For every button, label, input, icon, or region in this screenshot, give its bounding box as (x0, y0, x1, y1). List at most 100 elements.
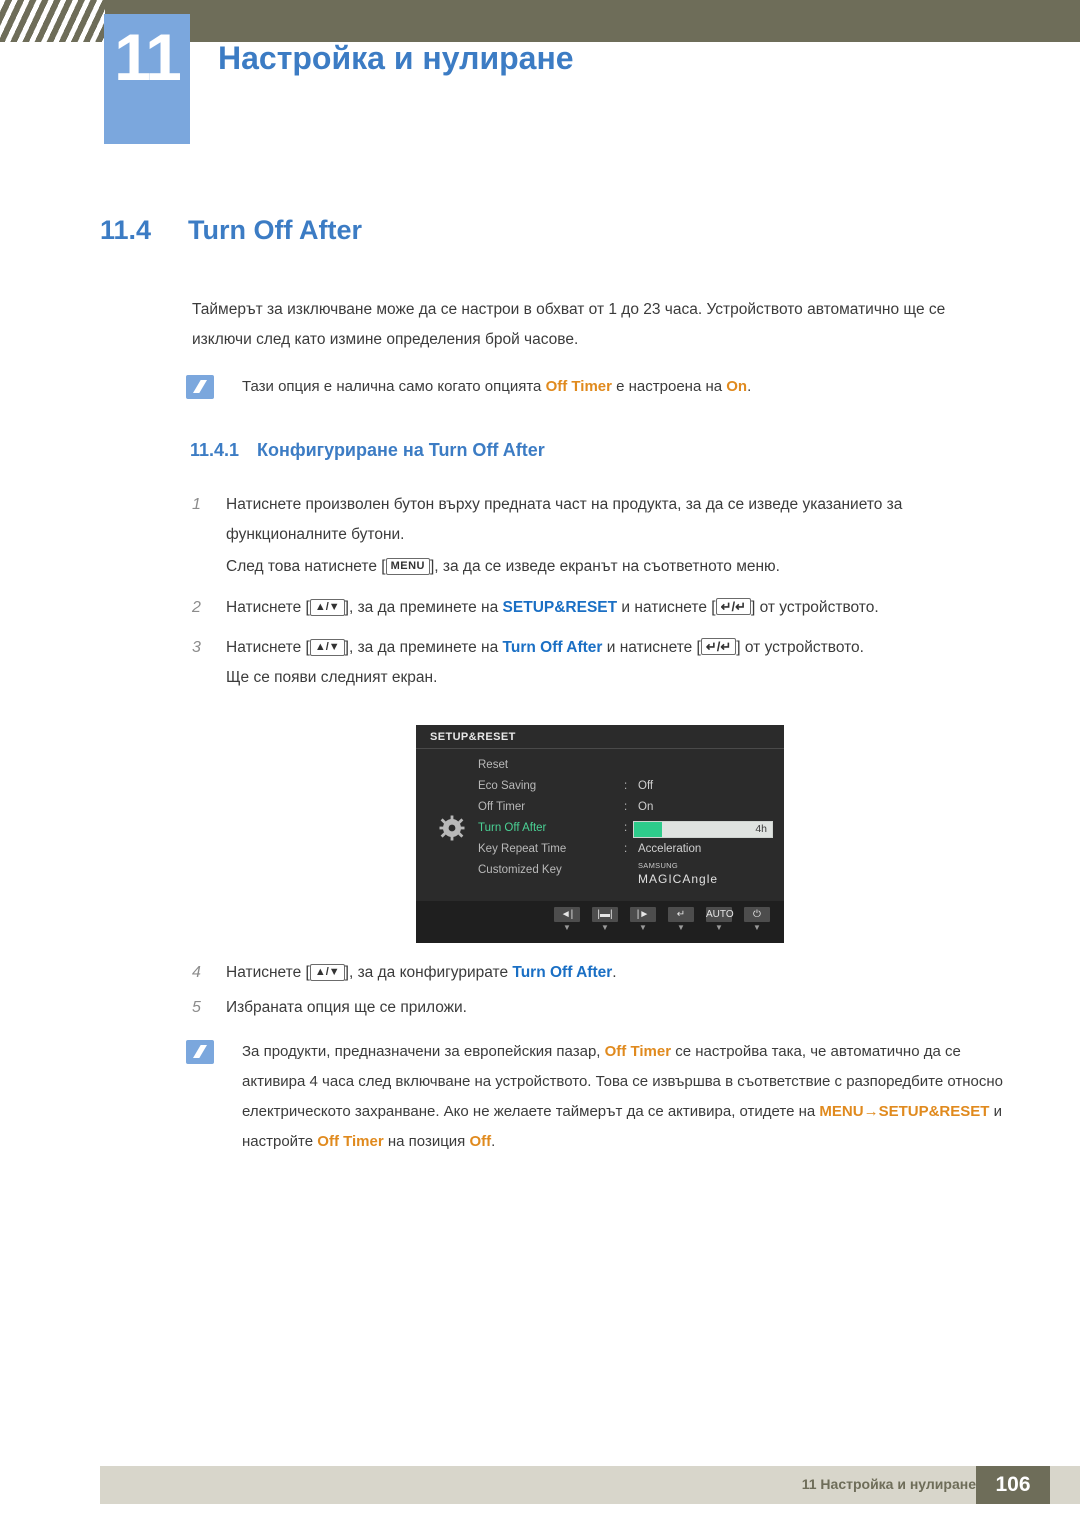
step-4-target: Turn Off After (512, 964, 613, 981)
subsection-title: 11.4.1 Конфигуриране на Turn Off After (190, 440, 545, 461)
osd-button-middle-sub: ▼ (601, 923, 609, 932)
osd-label-eco-saving: Eco Saving (478, 780, 537, 792)
step-4-mid: ], за да конфигурирате (344, 964, 513, 981)
osd-button-power-sub: ▼ (753, 923, 761, 932)
note-2-line4-d: . (491, 1133, 496, 1150)
note-icon (186, 375, 214, 399)
osd-button-auto-sub: ▼ (715, 923, 723, 932)
osd-screenshot: SETUP&RESET Reset Eco Saving : Off Off T… (416, 725, 784, 943)
section-title: Turn Off After (188, 215, 362, 245)
step-3-target: Turn Off After (502, 639, 603, 656)
osd-value-eco-saving: Off (638, 780, 654, 792)
note-1-highlight-on: On (726, 378, 748, 395)
step-5-text: Избраната опция ще се приложи. (226, 999, 467, 1016)
osd-slider-turn-off-after[interactable]: 4h (633, 821, 773, 838)
osd-slider-value: 4h (755, 823, 767, 835)
step-2-mid2: и натиснете [ (617, 599, 716, 616)
step-1b-after: ], за да се изведе екранът на съответнот… (429, 558, 780, 575)
step-5: 5 Избраната опция ще се приложи. (192, 993, 1007, 1023)
osd-colon-eco-saving: : (624, 780, 628, 792)
osd-row-eco-saving[interactable]: Eco Saving : Off (478, 776, 778, 797)
osd-button-left-icon: ◄| (554, 907, 580, 922)
osd-row-off-timer[interactable]: Off Timer : On (478, 797, 778, 818)
step-3-before: Натиснете [ (226, 639, 310, 656)
osd-button-bar: ◄| ▼ |▬| ▼ |► ▼ ↵ ▼ AUTO ▼ ⏻ ▼ (416, 901, 784, 943)
updown-key-cap-3: ▲/▼ (309, 964, 345, 981)
step-2-before: Натиснете [ (226, 599, 310, 616)
step-1-number: 1 (192, 496, 201, 513)
osd-button-right[interactable]: |► ▼ (630, 907, 656, 934)
note-block-2: За продукти, предназначени за европейски… (186, 1037, 1012, 1157)
note-2-arrow: → (863, 1103, 879, 1120)
note-2-text: За продукти, предназначени за европейски… (242, 1037, 1012, 1157)
osd-menu-list: Reset Eco Saving : Off Off Timer : On Tu… (478, 755, 778, 885)
note-1-text-middle: е настроена на (611, 378, 727, 395)
osd-colon-key-repeat-time: : (624, 843, 628, 855)
menu-key-cap: MENU (385, 558, 430, 575)
osd-button-auto[interactable]: AUTO ▼ (706, 907, 734, 934)
intro-paragraph: Таймерът за изключване може да се настро… (192, 301, 946, 348)
step-4-number: 4 (192, 964, 201, 981)
step-2-mid: ], за да преминете на (344, 599, 503, 616)
osd-label-reset: Reset (478, 759, 509, 771)
step-1-continuation: След това натиснете [MENU], за да се изв… (226, 552, 1041, 582)
note-2-highlight-off-timer: Off Timer (604, 1043, 672, 1060)
updown-key-cap-2: ▲/▼ (309, 639, 345, 656)
note-icon-2 (186, 1040, 214, 1064)
osd-button-right-sub: ▼ (639, 923, 647, 932)
osd-button-right-icon: |► (630, 907, 656, 922)
step-2: 2 Натиснете [▲/▼], за да преминете на SE… (192, 593, 1007, 623)
gear-icon (439, 815, 465, 841)
magic-suffix: Angle (682, 872, 719, 886)
osd-row-turn-off-after[interactable]: Turn Off After : 4h (478, 818, 778, 839)
note-1-text: Тази опция е налична само когато опцията… (242, 372, 1012, 402)
step-1-text: Натиснете произволен бутон върху преднат… (226, 496, 903, 543)
osd-button-middle[interactable]: |▬| ▼ (592, 907, 618, 934)
osd-button-left-sub: ▼ (563, 923, 571, 932)
section-number: 11.4 (100, 215, 152, 245)
step-5-number: 5 (192, 999, 201, 1016)
step-2-text: Натиснете [▲/▼], за да преминете на SETU… (226, 593, 1007, 623)
osd-label-off-timer: Off Timer (478, 801, 526, 813)
osd-row-reset[interactable]: Reset (478, 755, 778, 776)
osd-button-power[interactable]: ⏻ ▼ (744, 907, 770, 934)
note-2-highlight-menu: MENU (819, 1103, 864, 1120)
osd-title-divider (416, 748, 784, 749)
step-3-number: 3 (192, 639, 201, 656)
step-1: 1 Натиснете произволен бутон върху предн… (192, 490, 1007, 550)
power-icon: ⏻ (744, 907, 770, 922)
osd-slider-fill (634, 822, 662, 837)
osd-label-key-repeat-time: Key Repeat Time (478, 843, 567, 855)
enter-key-cap: ↵/↵ (715, 598, 751, 615)
osd-button-middle-icon: |▬| (592, 907, 618, 922)
header-hatch-pattern (0, 0, 105, 42)
note-2-highlight-off: Off (469, 1133, 492, 1150)
osd-button-auto-label: AUTO (706, 907, 734, 922)
step-3-text: Натиснете [▲/▼], за да преминете на Turn… (226, 633, 1007, 663)
step-4-before: Натиснете [ (226, 964, 310, 981)
step-3-after: ] от устройството. (736, 639, 864, 656)
step-2-target: SETUP&RESET (502, 599, 618, 616)
osd-button-enter-icon: ↵ (668, 907, 694, 922)
osd-label-turn-off-after: Turn Off After (478, 822, 547, 834)
footer-page-number: 106 (976, 1466, 1050, 1504)
osd-button-enter-sub: ▼ (677, 923, 685, 932)
osd-row-key-repeat-time[interactable]: Key Repeat Time : Acceleration (478, 839, 778, 860)
step-2-number: 2 (192, 599, 201, 616)
osd-value-key-repeat-time: Acceleration (638, 843, 702, 855)
osd-row-customized-key[interactable]: Customized Key SAMSUNG MAGICAngle (478, 860, 778, 885)
osd-value-customized-key: SAMSUNG MAGICAngle (638, 860, 718, 891)
subsection-title-prefix: Конфигуриране на (257, 440, 429, 460)
note-1-highlight-off-timer: Off Timer (545, 378, 612, 395)
osd-button-enter[interactable]: ↵ ▼ (668, 907, 694, 934)
osd-button-left[interactable]: ◄| ▼ (554, 907, 580, 934)
subsection-number: 11.4.1 (190, 440, 240, 460)
note-2-line1-a: За продукти, предназначени за европейски… (242, 1043, 605, 1060)
step-3-mid: ], за да преминете на (344, 639, 503, 656)
note-1-text-after: . (747, 378, 752, 395)
step-4: 4 Натиснете [▲/▼], за да конфигурирате T… (192, 958, 1007, 988)
chapter-title: Настройка и нулиране (218, 40, 574, 76)
step-3-continuation: Ще се появи следният екран. (226, 669, 438, 686)
osd-value-off-timer: On (638, 801, 654, 813)
osd-colon-off-timer: : (624, 801, 628, 813)
